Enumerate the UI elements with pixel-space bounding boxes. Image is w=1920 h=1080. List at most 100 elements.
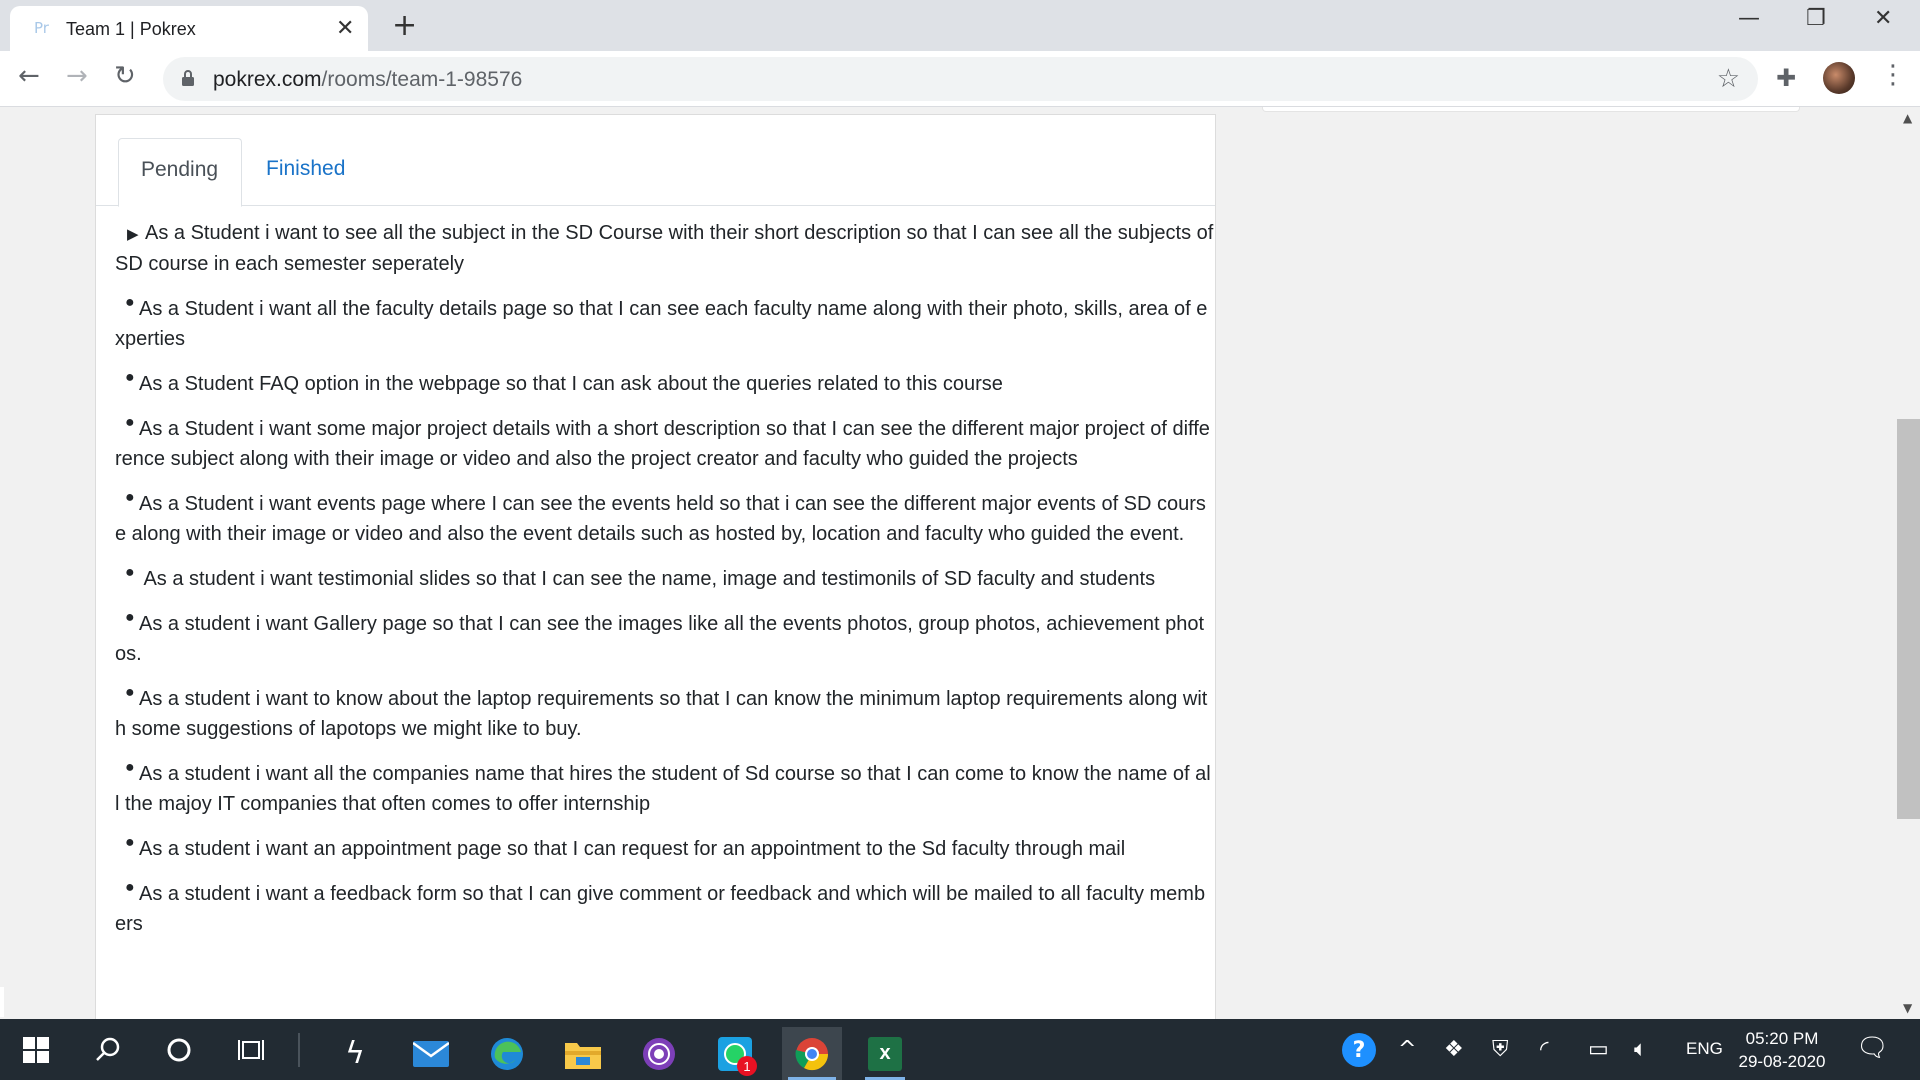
story-text: As a Student i want some major project d… xyxy=(115,418,1210,470)
story-item[interactable]: ● As a Student i want events page where I… xyxy=(115,489,1215,549)
mail-icon xyxy=(413,1040,449,1067)
bullet-icon: ● xyxy=(125,294,135,311)
windows-taskbar: ϟ 1 x ? ^ ❖ ⛨ ◜ ▭ 🔈︎ ENG 05:20 PM 29-08-… xyxy=(0,1019,1920,1080)
story-item[interactable]: ● As a Student i want some major project … xyxy=(115,414,1215,474)
bookmark-star-icon[interactable]: ☆ xyxy=(1717,64,1740,94)
excel-icon: x xyxy=(868,1036,902,1071)
browser-tabstrip: Pr Team 1 | Pokrex ✕ + — ❐ ✕ xyxy=(0,0,1920,51)
story-item[interactable]: ● As a student i want Gallery page so tha… xyxy=(115,609,1215,669)
restore-icon[interactable]: ❐ xyxy=(1806,6,1826,31)
chrome-icon xyxy=(795,1037,829,1070)
bullet-icon: ● xyxy=(125,684,135,701)
clock-time: 05:20 PM xyxy=(1745,1029,1819,1048)
taskbar-app-bolt[interactable]: ϟ xyxy=(329,1027,381,1080)
url-path: /rooms/team-1-98576 xyxy=(321,68,523,91)
url-text: pokrex.com/rooms/team-1-98576 xyxy=(213,68,522,92)
story-text: As a student i want a feedback form so t… xyxy=(115,883,1206,935)
story-list: ▶ As a Student i want to see all the subj… xyxy=(115,218,1215,954)
folder-icon xyxy=(565,1042,601,1069)
battery-icon[interactable]: ▭ xyxy=(1588,1037,1609,1062)
language-indicator[interactable]: ENG xyxy=(1686,1039,1723,1059)
story-text: As a Student i want to see all the subje… xyxy=(115,222,1214,275)
story-item[interactable]: ● As a student i want an appointment page… xyxy=(115,834,1215,864)
tab-pending[interactable]: Pending xyxy=(118,138,242,207)
windows-start-icon[interactable] xyxy=(17,1031,55,1069)
story-text: As a student i want Gallery page so that… xyxy=(115,613,1205,665)
help-question-icon[interactable]: ? xyxy=(1342,1033,1376,1067)
tor-browser-icon xyxy=(643,1037,675,1070)
new-tab-icon[interactable]: + xyxy=(392,8,417,43)
system-clock[interactable]: 05:20 PM 29-08-2020 xyxy=(1724,1027,1840,1073)
story-text: As a student i want testimonial slides s… xyxy=(139,568,1156,590)
tab-finished[interactable]: Finished xyxy=(244,138,367,207)
story-item[interactable]: ● As a student i want all the companies n… xyxy=(115,759,1215,819)
clock-date: 29-08-2020 xyxy=(1738,1052,1826,1071)
story-text: As a Student i want all the faculty deta… xyxy=(115,298,1208,350)
stories-panel: Pending Finished ▶ As a Student i want to… xyxy=(95,114,1216,1019)
cortana-icon[interactable] xyxy=(160,1031,198,1069)
volume-icon[interactable]: 🔈︎ xyxy=(1634,1037,1647,1062)
favicon-icon: Pr xyxy=(34,19,49,37)
show-hidden-icons-chevron-icon[interactable]: ^ xyxy=(1398,1037,1416,1062)
taskbar-app-file-explorer[interactable] xyxy=(557,1027,609,1080)
bullet-icon: ● xyxy=(125,564,135,581)
wifi-icon[interactable]: ◜ xyxy=(1540,1037,1549,1062)
story-item[interactable]: ● As a Student i want all the faculty det… xyxy=(115,294,1215,354)
action-center-icon[interactable]: 🗨︎ xyxy=(1856,1033,1889,1063)
bullet-icon: ● xyxy=(125,609,135,626)
taskbar-separator xyxy=(298,1033,300,1067)
story-text: As a student i want to know about the la… xyxy=(115,688,1208,740)
scrollbar-thumb[interactable] xyxy=(1897,419,1920,819)
close-window-icon[interactable]: ✕ xyxy=(1874,6,1892,31)
story-text: As a student i want an appointment page … xyxy=(139,838,1126,860)
reload-icon[interactable]: ↻ xyxy=(114,61,136,91)
taskbar-app-excel[interactable]: x xyxy=(859,1027,911,1080)
story-text: As a Student i want events page where I … xyxy=(115,493,1206,545)
address-bar[interactable]: pokrex.com/rooms/team-1-98576 ☆ xyxy=(163,57,1758,101)
bullet-icon: ● xyxy=(125,414,135,431)
taskbar-app-chrome[interactable] xyxy=(782,1027,842,1080)
dropbox-icon[interactable]: ❖ xyxy=(1444,1037,1464,1062)
browser-tab[interactable]: Pr Team 1 | Pokrex ✕ xyxy=(10,6,368,51)
left-edge-card xyxy=(0,987,4,1017)
bullet-icon: ● xyxy=(125,369,135,386)
lightning-bolt-icon: ϟ xyxy=(345,1036,365,1071)
browser-toolbar: ← → ↻ pokrex.com/rooms/team-1-98576 ☆ ✚ … xyxy=(0,51,1920,107)
minimize-icon[interactable]: — xyxy=(1738,6,1760,31)
story-text: As a student i want all the companies na… xyxy=(115,763,1211,815)
profile-avatar[interactable] xyxy=(1823,62,1855,94)
back-icon[interactable]: ← xyxy=(18,61,40,91)
story-item[interactable]: ● As a student i want to know about the l… xyxy=(115,684,1215,744)
expand-triangle-icon[interactable]: ▶ xyxy=(115,219,145,249)
story-item[interactable]: ● As a student i want testimonial slides… xyxy=(115,564,1215,594)
taskbar-app-tor[interactable] xyxy=(633,1027,685,1080)
extensions-puzzle-icon[interactable]: ✚ xyxy=(1776,64,1796,92)
story-item[interactable]: ● As a student i want a feedback form so … xyxy=(115,879,1215,939)
bullet-icon: ● xyxy=(125,834,135,851)
bullet-icon: ● xyxy=(125,879,135,896)
search-icon[interactable] xyxy=(89,1031,127,1069)
security-shield-icon[interactable]: ⛨ xyxy=(1492,1037,1509,1062)
page-scrollbar[interactable]: ▲ ▼ xyxy=(1897,107,1920,1019)
lock-icon xyxy=(182,70,194,86)
task-view-icon[interactable] xyxy=(232,1031,270,1069)
bullet-icon: ● xyxy=(125,489,135,506)
notification-badge: 1 xyxy=(737,1056,757,1076)
right-card xyxy=(1262,107,1800,112)
taskbar-app-whatsapp[interactable]: 1 xyxy=(709,1027,761,1080)
url-host: pokrex.com xyxy=(213,68,322,91)
taskbar-app-edge[interactable] xyxy=(481,1027,533,1080)
bullet-icon: ● xyxy=(125,759,135,776)
browser-menu-icon[interactable]: ⋮ xyxy=(1880,60,1906,90)
page-viewport: Pending Finished ▶ As a Student i want to… xyxy=(0,107,1897,1019)
edge-browser-icon xyxy=(491,1037,523,1070)
story-tabs: Pending Finished xyxy=(96,115,1215,207)
taskbar-app-mail[interactable] xyxy=(405,1027,457,1080)
scroll-up-arrow-icon[interactable]: ▲ xyxy=(1903,111,1912,125)
forward-icon[interactable]: → xyxy=(66,61,88,91)
scroll-down-arrow-icon[interactable]: ▼ xyxy=(1903,1001,1912,1015)
story-text: As a Student FAQ option in the webpage s… xyxy=(139,373,1003,395)
close-tab-icon[interactable]: ✕ xyxy=(336,16,354,41)
story-item[interactable]: ● As a Student FAQ option in the webpage … xyxy=(115,369,1215,399)
story-item[interactable]: ▶ As a Student i want to see all the subj… xyxy=(115,218,1215,279)
